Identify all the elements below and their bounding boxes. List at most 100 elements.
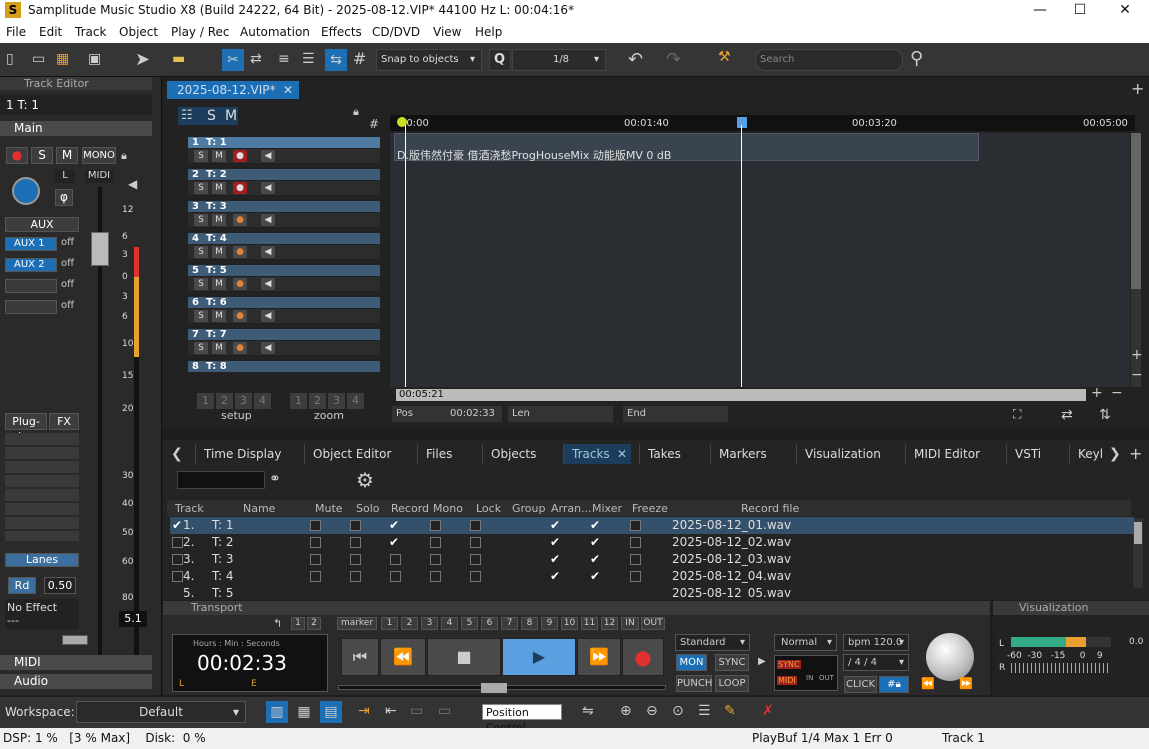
solo-checkbox[interactable] — [350, 520, 361, 531]
binoculars-icon[interactable]: ⚭ — [269, 471, 281, 487]
track-3[interactable]: 3 T: 3 S M ● ◀ — [188, 201, 380, 229]
menu-object[interactable]: Object — [119, 25, 158, 39]
horizontal-scrollbar[interactable] — [396, 389, 1086, 401]
track-6-mute[interactable]: M — [212, 310, 226, 322]
close-button[interactable]: ✕ — [1105, 0, 1145, 22]
transport-slider-thumb[interactable] — [481, 683, 507, 693]
track-7-mute[interactable]: M — [212, 342, 226, 354]
marker-button-6[interactable]: 6 — [481, 617, 498, 630]
aux4-send[interactable] — [5, 300, 57, 314]
grid-icon[interactable]: # — [353, 49, 366, 68]
pan-slider[interactable] — [62, 635, 88, 645]
chevron-right-icon[interactable]: ▶ — [758, 656, 766, 667]
in-button[interactable]: IN — [621, 617, 639, 630]
track-5-mute[interactable]: M — [212, 278, 226, 290]
menu-edit[interactable]: Edit — [39, 25, 62, 39]
track-4-solo[interactable]: S — [194, 246, 208, 258]
tab-objects[interactable]: Objects — [482, 444, 552, 464]
arrange-check[interactable]: ✔ — [550, 518, 560, 532]
range-loop-icon[interactable]: ⇤ — [385, 703, 397, 719]
setup-3[interactable]: 3 — [235, 393, 252, 409]
mute-checkbox[interactable] — [310, 520, 321, 531]
fit-horizontal-icon[interactable]: ⇄ — [1061, 407, 1073, 423]
menu-help[interactable]: Help — [475, 25, 502, 39]
search-input[interactable]: Search — [755, 49, 903, 71]
jog-wheel[interactable] — [926, 633, 974, 681]
row-select-check[interactable] — [172, 554, 183, 565]
phase-button[interactable]: φ — [55, 189, 73, 206]
menu-cddvd[interactable]: CD/DVD — [372, 25, 420, 39]
mono-button[interactable]: MONO — [82, 147, 116, 164]
marker-set-1[interactable]: 1 — [291, 617, 305, 630]
aux3-send[interactable] — [5, 279, 57, 293]
play-button[interactable]: ▶ — [502, 638, 576, 676]
table-row[interactable]: 2. T: 2 ✔ ✔ ✔ 2025-08-12_02.wav — [170, 534, 1134, 551]
freeze-checkbox[interactable] — [630, 520, 641, 531]
menu-automation[interactable]: Automation — [240, 25, 310, 39]
audio-section-header[interactable]: Audio — [0, 674, 152, 689]
mute-checkbox[interactable] — [310, 554, 321, 565]
snap-mode-select[interactable]: Snap to objects ▾ — [376, 49, 482, 71]
close-icon[interactable]: ✕ — [617, 444, 627, 464]
list-icon[interactable]: ☰ — [698, 703, 711, 719]
punch-button[interactable]: PUNCH — [676, 675, 712, 692]
pencil-icon[interactable]: ✎ — [724, 703, 736, 719]
global-solo-button[interactable]: S — [207, 108, 216, 124]
arrange-check[interactable]: ✔ — [550, 569, 560, 583]
marker-button-10[interactable]: 10 — [561, 617, 578, 630]
mixer-check[interactable]: ✔ — [590, 569, 600, 583]
marker-set-2[interactable]: 2 — [307, 617, 321, 630]
chevron-left-icon[interactable]: ❮ — [171, 446, 183, 462]
project-icon[interactable]: ▦ — [56, 51, 69, 67]
track-settings-icon[interactable]: ☷ — [181, 108, 193, 123]
freeze-checkbox[interactable] — [630, 571, 641, 582]
marker-button-12[interactable]: 12 — [601, 617, 618, 630]
stop-button[interactable]: ■ — [427, 638, 501, 676]
track-7-record[interactable]: ● — [233, 342, 247, 354]
col-arrange[interactable]: Arran... — [551, 502, 592, 515]
col-track[interactable]: Track — [175, 502, 204, 515]
track-4[interactable]: 4 T: 4 S M ● ◀ — [188, 233, 380, 261]
track-5-solo[interactable]: S — [194, 278, 208, 290]
range-tool-icon[interactable]: ▬ — [172, 51, 185, 67]
grid-icon[interactable]: # — [369, 117, 379, 131]
lock-icon[interactable]: 🔒︎ — [121, 149, 127, 163]
col-record-file[interactable]: Record file — [741, 502, 799, 515]
solo-button[interactable]: S — [31, 147, 53, 164]
range-split-icon[interactable]: ▭ — [438, 703, 451, 719]
track-5-record[interactable]: ● — [233, 278, 247, 290]
marker-button-8[interactable]: 8 — [521, 617, 538, 630]
track-7-solo[interactable]: S — [194, 342, 208, 354]
tab-files[interactable]: Files — [417, 444, 475, 464]
track-6-solo[interactable]: S — [194, 310, 208, 322]
redo-icon[interactable]: ↷ — [666, 49, 681, 70]
group-icon[interactable]: ≡ — [278, 51, 290, 67]
global-mute-button[interactable]: M — [225, 108, 237, 124]
editor-view-icon[interactable]: ▤ — [320, 701, 342, 723]
table-row[interactable]: 4. T: 4 ✔ ✔ 2025-08-12_04.wav — [170, 568, 1134, 585]
marker-button-1[interactable]: 1 — [381, 617, 398, 630]
workspace-select[interactable]: Default ▾ — [76, 701, 246, 723]
undo-icon[interactable]: ↶ — [628, 49, 643, 70]
tempo-mode-select[interactable]: Normal ▾ — [774, 634, 837, 651]
marker-button-7[interactable]: 7 — [501, 617, 518, 630]
vertical-scroll-thumb[interactable] — [1131, 133, 1141, 289]
tab-visualization[interactable]: Visualization — [796, 444, 898, 464]
track-1-monitor[interactable]: ◀ — [261, 150, 275, 162]
bpm-field[interactable]: bpm 120.0 ▾ — [843, 634, 909, 651]
record-button[interactable]: ● — [622, 638, 664, 676]
track-3-mute[interactable]: M — [212, 214, 226, 226]
table-row[interactable]: 3. T: 3 ✔ ✔ 2025-08-12_03.wav — [170, 551, 1134, 568]
freeze-checkbox[interactable] — [630, 537, 641, 548]
solo-checkbox[interactable] — [350, 571, 361, 582]
maximize-button[interactable]: ☐ — [1060, 0, 1100, 22]
mixer-check[interactable]: ✔ — [590, 535, 600, 549]
arrange-check[interactable]: ✔ — [550, 535, 560, 549]
setup-4[interactable]: 4 — [254, 393, 271, 409]
lanes-button[interactable]: Lanes — [5, 553, 79, 567]
col-name[interactable]: Name — [243, 502, 275, 515]
chevron-right-icon[interactable]: ❯ — [1109, 446, 1121, 462]
volume-fader[interactable] — [91, 232, 109, 266]
zoom-out-vertical-icon[interactable]: − — [1131, 367, 1143, 383]
go-to-start-button[interactable]: ⏮ — [341, 638, 379, 676]
